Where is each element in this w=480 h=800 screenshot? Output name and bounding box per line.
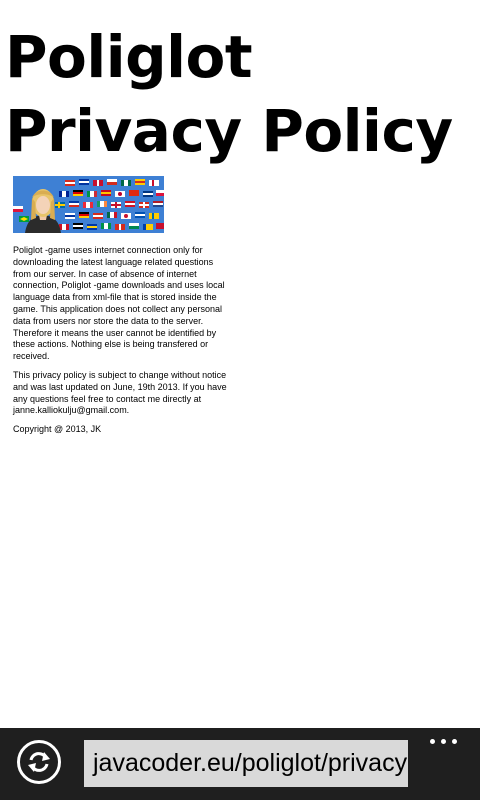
copyright-text: Copyright @ 2013, JK (13, 424, 102, 435)
refresh-button[interactable] (17, 740, 61, 784)
flags-image (13, 176, 164, 233)
policy-text: Poliglot -game uses internet connection … (13, 245, 229, 443)
web-content[interactable]: Poliglot Privacy Policy Poliglot -game u… (0, 0, 480, 728)
policy-paragraph-data-usage: Poliglot -game uses internet connection … (13, 245, 225, 362)
more-dots-icon[interactable] (430, 739, 458, 747)
address-bar[interactable]: javacoder.eu/poliglot/privacy (84, 740, 408, 787)
policy-paragraph-changes-contact: This privacy policy is subject to change… (13, 369, 227, 416)
refresh-icon (28, 752, 50, 772)
page-title: Poliglot Privacy Policy (5, 23, 453, 165)
browser-app-bar: javacoder.eu/poliglot/privacy (0, 728, 480, 800)
